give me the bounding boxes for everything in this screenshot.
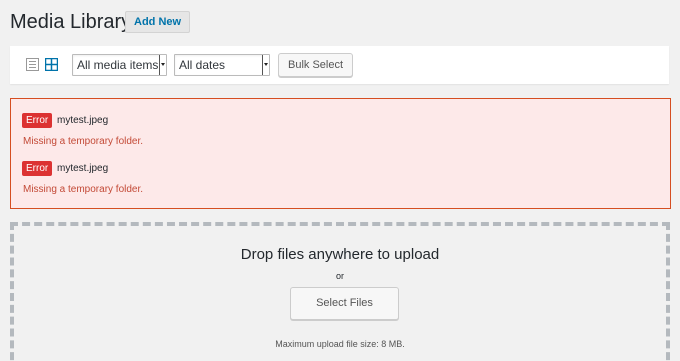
- date-filter-select[interactable]: All dates: [174, 54, 270, 76]
- media-type-select[interactable]: All media items: [72, 54, 167, 76]
- media-toolbar: All media items All dates Bulk Select: [10, 46, 669, 84]
- error-message: Missing a temporary folder.: [23, 136, 144, 147]
- date-filter-value: All dates: [179, 58, 226, 72]
- bulk-select-button[interactable]: Bulk Select: [278, 53, 354, 77]
- max-upload-size: Maximum upload file size: 8 MB.: [275, 339, 405, 349]
- upload-dropzone[interactable]: Drop files anywhere to upload or Select …: [10, 222, 670, 361]
- dropzone-or-text: or: [335, 271, 344, 281]
- add-new-button[interactable]: Add New: [125, 11, 191, 33]
- dropdown-arrow-icon: [159, 55, 166, 75]
- dropzone-title: Drop files anywhere to upload: [240, 246, 440, 263]
- error-filename: mytest.jpeg: [57, 115, 109, 126]
- error-badge: Error: [22, 161, 53, 176]
- media-library-page: Media Library Add New All media items Al…: [0, 0, 680, 361]
- grid-view-icon[interactable]: [44, 57, 59, 72]
- error-badge: Error: [22, 113, 53, 128]
- page-title: Media Library: [10, 11, 132, 33]
- media-type-value: All media items: [77, 58, 159, 72]
- error-filename: mytest.jpeg: [57, 163, 109, 174]
- list-view-icon[interactable]: [26, 58, 39, 71]
- dropdown-arrow-icon: [262, 55, 269, 75]
- upload-errors: Error mytest.jpeg Missing a temporary fo…: [10, 98, 671, 209]
- select-files-button[interactable]: Select Files: [290, 287, 399, 320]
- error-message: Missing a temporary folder.: [23, 184, 144, 195]
